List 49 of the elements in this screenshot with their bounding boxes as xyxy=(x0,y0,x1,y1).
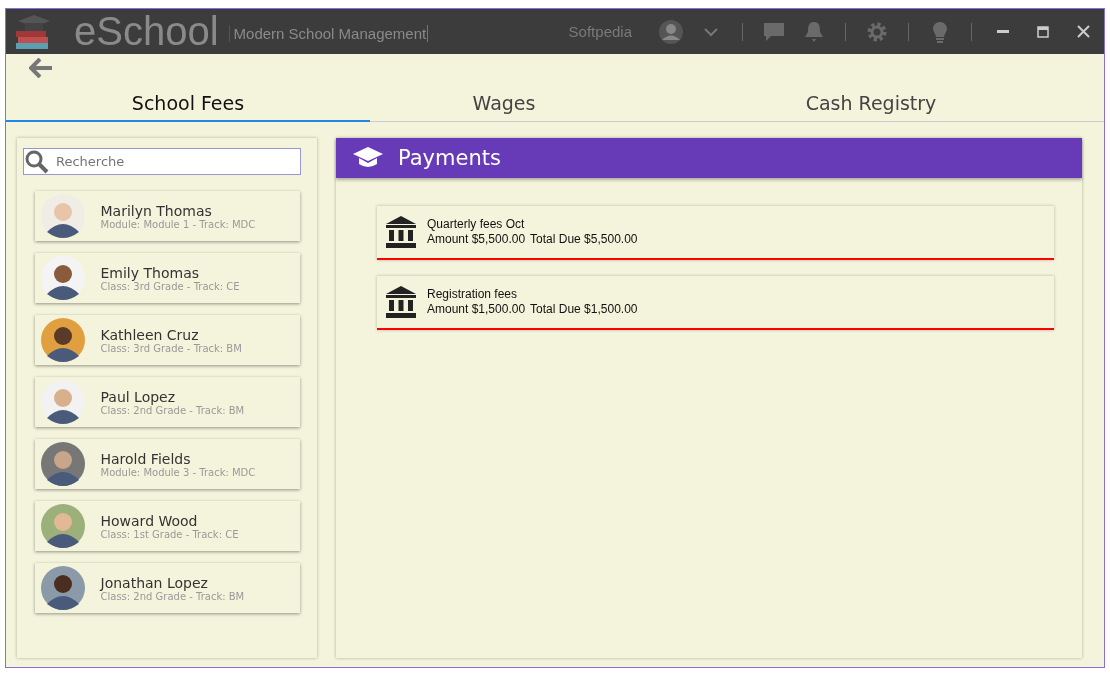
payment-title: Quarterly fees Oct xyxy=(427,217,526,232)
student-detail: Module: Module 3 - Track: MDC xyxy=(100,466,256,478)
bank-icon xyxy=(385,285,417,319)
student-detail: Class: 2nd Grade - Track: BM xyxy=(100,404,245,416)
app-title: eSchool xyxy=(74,9,219,54)
tab[interactable]: School Fees xyxy=(6,86,370,122)
tab[interactable]: Cash Registry xyxy=(638,86,1104,122)
payment-total-due: Total Due $5,500.00 xyxy=(530,232,638,247)
payment-amount: Amount $1,500.00 xyxy=(427,302,526,317)
avatar-icon xyxy=(40,504,85,548)
student-detail: Module: Module 1 - Track: MDC xyxy=(100,218,256,230)
student-detail: Class: 1st Grade - Track: CE xyxy=(100,528,239,540)
avatar-icon xyxy=(40,566,85,610)
payment-card[interactable]: Registration fees Amount $1,500.00 Total Due $1,500.00 xyxy=(377,276,1054,330)
back-arrow-icon[interactable] xyxy=(28,58,54,80)
student-name: Harold Fields xyxy=(100,450,192,467)
avatar-icon xyxy=(40,380,85,424)
avatar-icon xyxy=(40,256,85,300)
student-card[interactable]: Jonathan Lopez Class: 2nd Grade - Track: BM xyxy=(34,563,300,613)
student-card[interactable]: Howard Wood Class: 1st Grade - Track: CE xyxy=(34,501,300,551)
search-icon xyxy=(25,150,49,174)
student-name: Howard Wood xyxy=(100,512,199,529)
panel-title: Payments xyxy=(398,146,501,170)
app-subtitle: Modern School Management xyxy=(228,25,429,42)
avatar-icon xyxy=(40,194,85,238)
student-card[interactable]: Harold Fields Module: Module 3 - Track: MDC xyxy=(34,439,300,489)
student-detail: Class: 3rd Grade - Track: CE xyxy=(100,280,240,292)
student-card[interactable]: Kathleen Cruz Class: 3rd Grade - Track: BM xyxy=(34,315,300,365)
student-detail: Class: 3rd Grade - Track: BM xyxy=(100,342,242,354)
avatar-icon xyxy=(40,318,85,362)
student-name: Kathleen Cruz xyxy=(100,326,200,343)
student-name: Marilyn Thomas xyxy=(100,202,213,219)
bank-icon xyxy=(385,215,417,249)
student-card[interactable]: Emily Thomas Class: 3rd Grade - Track: CE xyxy=(34,253,300,303)
payment-amount: Amount $5,500.00 xyxy=(427,232,526,247)
student-card[interactable]: Marilyn Thomas Module: Module 1 - Track: MDC xyxy=(34,191,300,241)
payment-total-due: Total Due $1,500.00 xyxy=(530,302,638,317)
avatar-icon xyxy=(40,442,85,486)
tab[interactable]: Wages xyxy=(370,86,638,122)
student-card[interactable]: Paul Lopez Class: 2nd Grade - Track: BM xyxy=(34,377,300,427)
payment-card[interactable]: Quarterly fees Oct Amount $5,500.00 Total Due $5,500.00 xyxy=(377,206,1054,260)
payment-title: Registration fees xyxy=(427,287,519,302)
search-field[interactable]: Recherche xyxy=(23,148,301,175)
user-name: Softpedia xyxy=(568,23,632,40)
graduation-cap-icon xyxy=(352,146,384,170)
student-name: Jonathan Lopez xyxy=(100,574,209,591)
student-name: Paul Lopez xyxy=(100,388,177,405)
student-detail: Class: 2nd Grade - Track: BM xyxy=(100,590,245,602)
student-name: Emily Thomas xyxy=(100,264,200,281)
